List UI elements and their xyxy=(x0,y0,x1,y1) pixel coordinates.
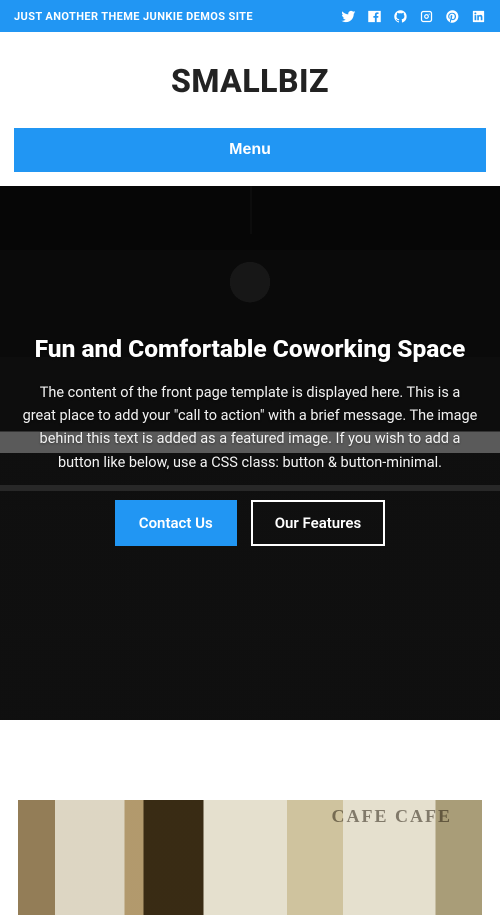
hero-section: Fun and Comfortable Coworking Space The … xyxy=(0,186,500,720)
instagram-icon[interactable] xyxy=(419,9,434,24)
contact-us-button[interactable]: Contact Us xyxy=(115,500,237,546)
social-icons xyxy=(341,9,486,24)
linkedin-icon[interactable] xyxy=(471,9,486,24)
hero-content: Fun and Comfortable Coworking Space The … xyxy=(0,186,500,720)
secondary-image-section xyxy=(0,800,500,915)
site-title[interactable]: SMALLBIZ xyxy=(0,62,500,100)
hero-title: Fun and Comfortable Coworking Space xyxy=(35,334,466,365)
twitter-icon[interactable] xyxy=(341,9,356,24)
topbar-tagline: JUST ANOTHER THEME JUNKIE DEMOS SITE xyxy=(14,10,253,23)
facebook-icon[interactable] xyxy=(367,9,382,24)
site-header: SMALLBIZ xyxy=(0,32,500,128)
github-icon[interactable] xyxy=(393,9,408,24)
hero-buttons: Contact Us Our Features xyxy=(115,500,385,546)
menu-button[interactable]: Menu xyxy=(14,128,486,172)
section-gap xyxy=(0,720,500,800)
hero-description: The content of the front page template i… xyxy=(22,381,478,474)
cafe-image xyxy=(18,800,482,915)
menu-wrap: Menu xyxy=(0,128,500,186)
pinterest-icon[interactable] xyxy=(445,9,460,24)
our-features-button[interactable]: Our Features xyxy=(251,500,386,546)
top-bar: JUST ANOTHER THEME JUNKIE DEMOS SITE xyxy=(0,0,500,32)
